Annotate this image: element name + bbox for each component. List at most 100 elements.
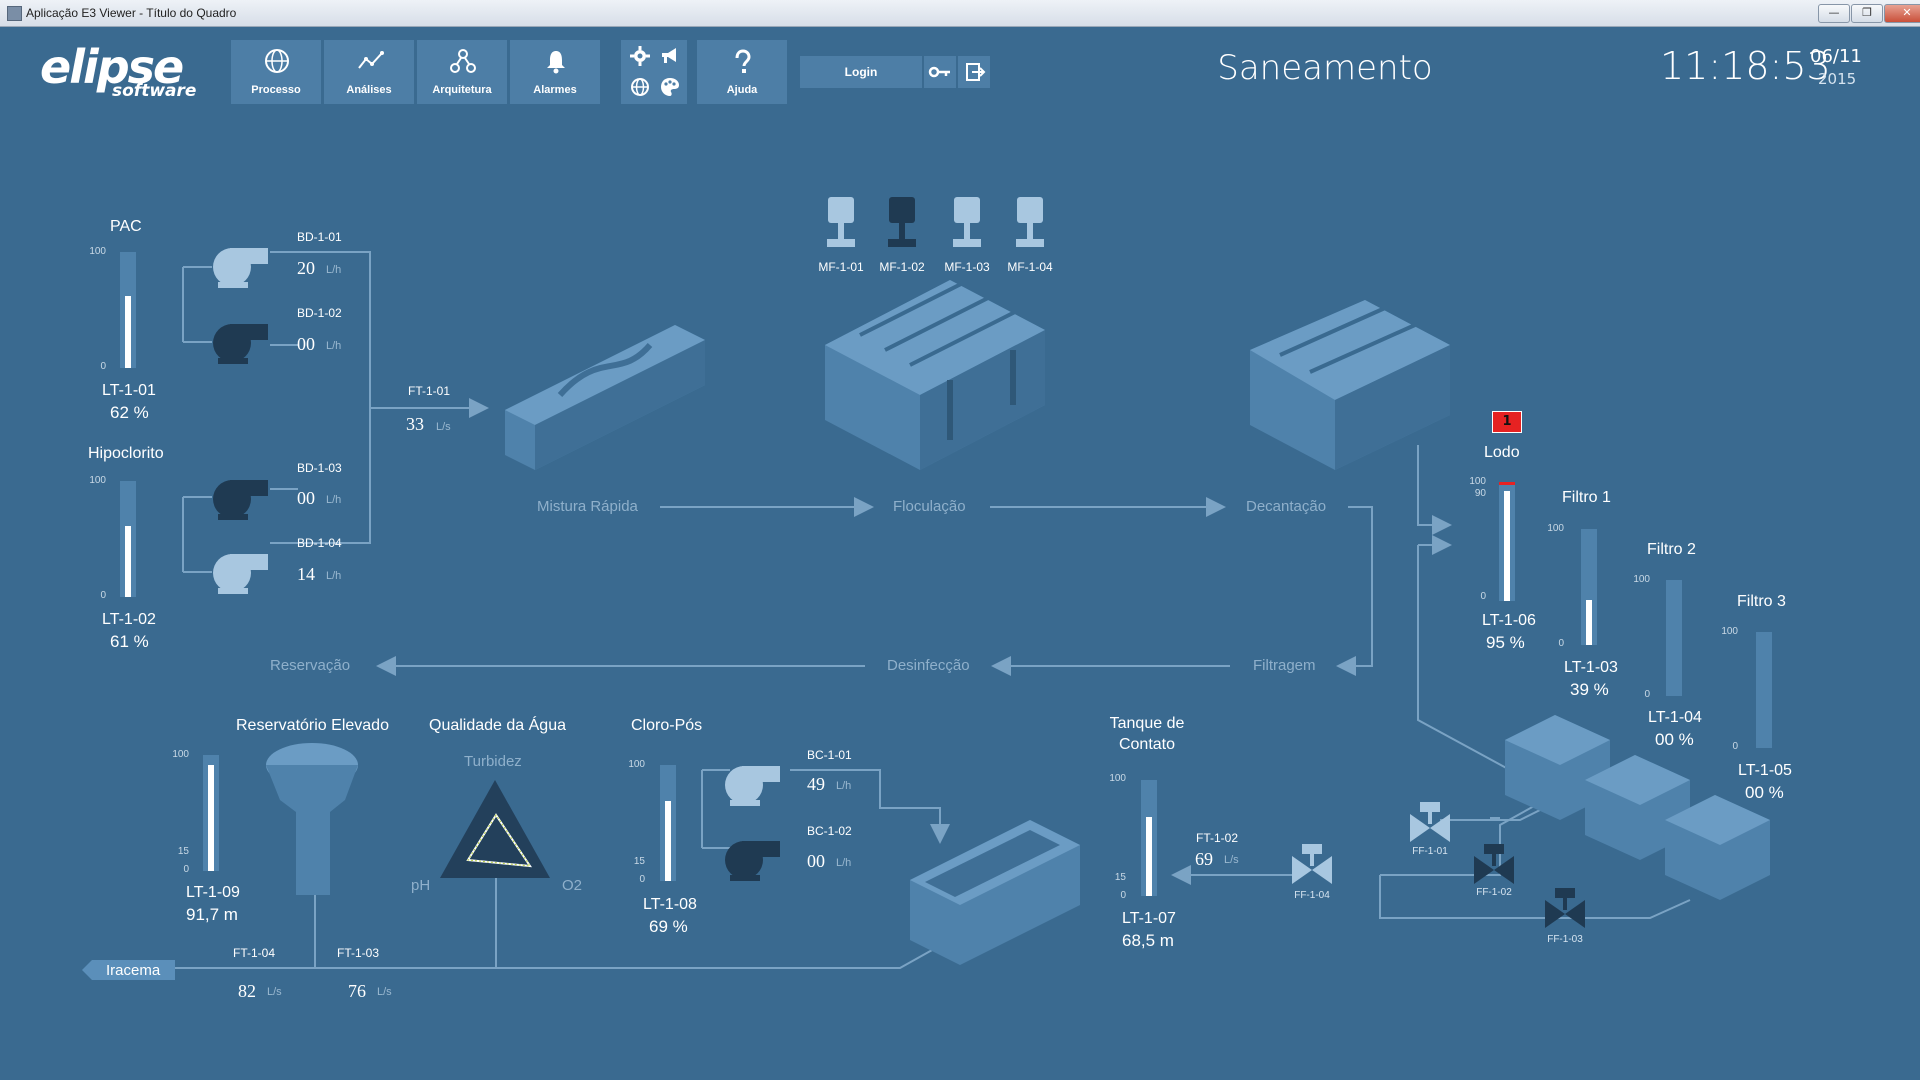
tanque-title-line1: Tanque de xyxy=(1109,715,1185,732)
tanque-title-line2: Contato xyxy=(1118,736,1176,753)
valve-ff-1-02-icon[interactable] xyxy=(1472,842,1516,890)
process-diagram xyxy=(82,251,1770,980)
pump-bc-1-01-icon[interactable] xyxy=(724,760,784,810)
stage-desinfeccao: Desinfecção xyxy=(887,657,970,674)
cloro-tag: LT-1-08 xyxy=(643,896,697,913)
cloro-scale-15: 15 xyxy=(633,856,645,867)
mixer-mf-1-03-icon[interactable] xyxy=(950,195,984,251)
tanque-level-fill xyxy=(1146,816,1152,896)
bc-1-02-tag: BC-1-02 xyxy=(807,824,852,838)
stage-floculacao: Floculação xyxy=(893,498,966,515)
stage-mistura-rapida: Mistura Rápida xyxy=(537,498,638,515)
pump-bc-1-02-icon[interactable] xyxy=(724,835,784,885)
cloro-value: 69 % xyxy=(649,917,688,936)
lodo-level-bar xyxy=(1499,482,1515,601)
pump-bd-1-03-icon[interactable] xyxy=(212,474,272,524)
tanque-scale-min: 0 xyxy=(1120,890,1126,901)
mixer-mf-1-01-icon[interactable] xyxy=(824,195,858,251)
ft-1-02-tag: FT-1-02 xyxy=(1196,831,1239,845)
hipoclorito-title: Hipoclorito xyxy=(88,445,164,462)
bc-1-01-tag: BC-1-01 xyxy=(807,748,852,762)
decantacao-tank xyxy=(1250,300,1450,470)
ft-1-03-value: 76 xyxy=(348,981,366,1001)
mixer-mf-1-03-label: MF-1-03 xyxy=(944,260,990,274)
tanque-scale-max: 100 xyxy=(1109,773,1126,784)
ft-1-03-tag: FT-1-03 xyxy=(337,946,380,960)
bc-1-02-unit: L/h xyxy=(836,857,852,869)
mistura-rapida-tank xyxy=(505,325,705,470)
reservatorio-level-bar xyxy=(203,755,219,871)
mixer-mf-1-04-icon[interactable] xyxy=(1013,195,1047,251)
floculacao-tank xyxy=(825,280,1045,470)
reservatorio-tag: LT-1-09 xyxy=(186,884,240,901)
lodo-scale-max: 100 xyxy=(1469,476,1486,487)
filtro-3-tag: LT-1-05 xyxy=(1738,762,1792,779)
filtro-3-value: 00 % xyxy=(1745,783,1784,802)
lodo-title: Lodo xyxy=(1484,444,1520,461)
ft-1-04-tag: FT-1-04 xyxy=(233,946,276,960)
qualidade-title: Qualidade da Água xyxy=(429,717,566,734)
bd-1-01-tag: BD-1-01 xyxy=(297,230,342,244)
ft-1-01-tag: FT-1-01 xyxy=(408,384,451,398)
tanque-value: 68,5 m xyxy=(1122,931,1174,950)
filtro-3-level-bar xyxy=(1756,632,1772,748)
valve-ff-1-03-icon[interactable] xyxy=(1543,886,1587,934)
mixer-mf-1-01-label: MF-1-01 xyxy=(818,260,864,274)
filtro-2-tag: LT-1-04 xyxy=(1648,709,1702,726)
lodo-level-fill xyxy=(1504,490,1510,601)
cloro-level-bar xyxy=(660,765,676,881)
stage-filtragem: Filtragem xyxy=(1253,657,1316,674)
bd-1-01-unit: L/h xyxy=(326,264,342,276)
mixer-mf-1-02-icon[interactable] xyxy=(885,195,919,251)
valve-ff-1-04-label: FF-1-04 xyxy=(1294,890,1330,901)
ft-1-02-value: 69 xyxy=(1195,849,1213,869)
stage-reservacao: Reservação xyxy=(270,657,351,674)
lodo-scale-90: 90 xyxy=(1474,488,1486,499)
cloro-scale-min: 0 xyxy=(639,874,645,885)
bd-1-03-tag: BD-1-03 xyxy=(297,461,342,475)
bd-1-02-value: 00 xyxy=(297,334,315,354)
pump-bd-1-01-icon[interactable] xyxy=(212,242,272,292)
lodo-tag: LT-1-06 xyxy=(1482,612,1536,629)
valve-ff-1-01-icon[interactable] xyxy=(1408,800,1452,848)
bc-1-02-value: 00 xyxy=(807,851,825,871)
pump-bd-1-04-icon[interactable] xyxy=(212,548,272,598)
stage-decantacao: Decantação xyxy=(1246,498,1327,515)
qualidade-turbidez: Turbidez xyxy=(464,753,522,770)
hipoclorito-tag: LT-1-02 xyxy=(102,611,156,628)
filtro-1-title: Filtro 1 xyxy=(1562,489,1611,506)
valve-ff-1-04-icon[interactable] xyxy=(1290,842,1334,890)
bd-1-02-tag: BD-1-02 xyxy=(297,306,342,320)
pump-bd-1-02-icon[interactable] xyxy=(212,318,272,368)
pac-level-fill xyxy=(125,296,131,368)
pac-title: PAC xyxy=(110,218,142,235)
valve-ff-1-02-label: FF-1-02 xyxy=(1476,887,1512,898)
hipoclorito-scale-min: 0 xyxy=(100,590,106,601)
filtro-2-title: Filtro 2 xyxy=(1647,541,1696,558)
bd-1-03-value: 00 xyxy=(297,488,315,508)
valve-ff-1-03-label: FF-1-03 xyxy=(1547,934,1583,945)
reservatorio-scale-min: 0 xyxy=(183,864,189,875)
filtro-2-scale-max: 100 xyxy=(1633,574,1650,585)
pac-scale-min: 0 xyxy=(100,361,106,372)
pac-level-bar xyxy=(120,252,136,368)
qualidade-ph: pH xyxy=(411,877,431,894)
filtro-1-level-fill xyxy=(1586,599,1592,645)
bd-1-04-tag: BD-1-04 xyxy=(297,536,342,550)
filtro-3-scale-max: 100 xyxy=(1721,626,1738,637)
ft-1-01-unit: L/s xyxy=(436,421,451,433)
reservatorio-level-fill xyxy=(208,764,214,871)
lodo-alarm-badge[interactable]: 1 xyxy=(1492,411,1522,433)
hipoclorito-value: 61 % xyxy=(110,632,149,651)
hipoclorito-scale-max: 100 xyxy=(89,475,106,486)
filtro-1-scale-min: 0 xyxy=(1558,638,1564,649)
tanque-scale-15: 15 xyxy=(1114,872,1126,883)
filtro-3-title: Filtro 3 xyxy=(1737,593,1786,610)
bd-1-04-value: 14 xyxy=(297,564,315,584)
pac-tag: LT-1-01 xyxy=(102,382,156,399)
contact-tank xyxy=(910,820,1080,965)
cloro-scale-max: 100 xyxy=(628,759,645,770)
bc-1-01-value: 49 xyxy=(807,774,825,794)
filtro-1-level-bar xyxy=(1581,529,1597,645)
bd-1-04-unit: L/h xyxy=(326,570,342,582)
